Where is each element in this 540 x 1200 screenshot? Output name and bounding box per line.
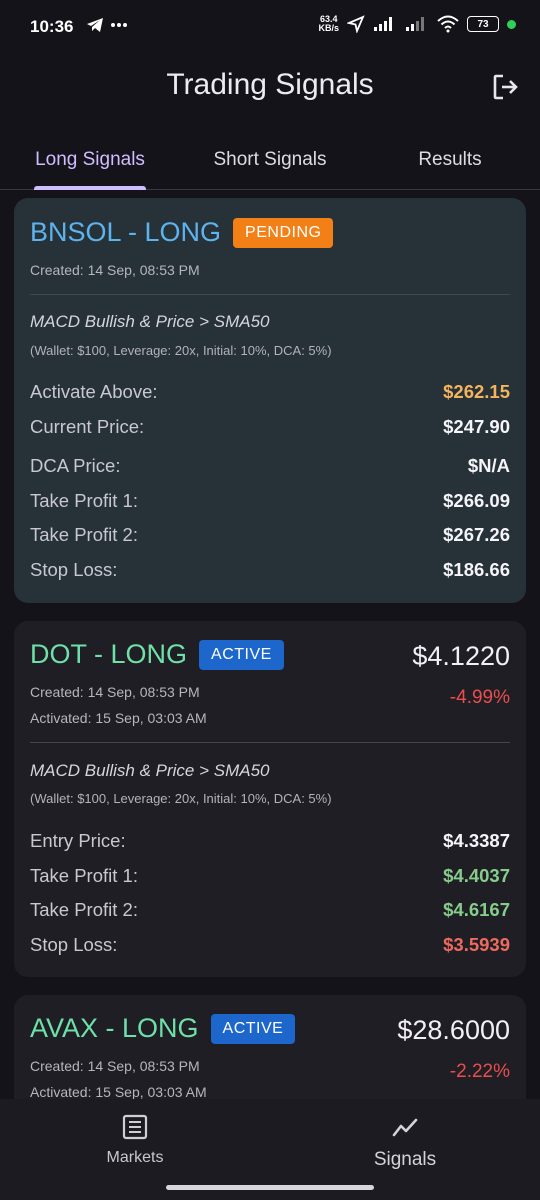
trend-chart-icon [392, 1118, 418, 1137]
status-badge: PENDING [233, 217, 334, 248]
created-date: Created: 14 Sep, 08:53 PM [30, 262, 200, 278]
signal-bars-icon [374, 17, 392, 31]
bottom-navigation: Markets Signals [0, 1099, 540, 1200]
card-divider [30, 742, 510, 743]
strategy-params: (Wallet: $100, Leverage: 20x, Initial: 1… [30, 343, 332, 358]
tab-long-signals[interactable]: Long Signals [0, 130, 180, 190]
stop-loss-row: Stop Loss: $3.5939 [30, 933, 510, 955]
created-date: Created: 14 Sep, 08:53 PM [30, 1058, 200, 1074]
stop-loss-row: Stop Loss: $186.66 [30, 558, 510, 580]
take-profit-1-row: Take Profit 1: $266.09 [30, 489, 510, 511]
entry-price-row: Entry Price: $4.3387 [30, 830, 510, 852]
status-badge: ACTIVE [210, 1013, 296, 1044]
current-price: $4.1220 [412, 641, 510, 671]
current-price: $28.6000 [397, 1015, 510, 1045]
nav-signals[interactable]: Signals [330, 1113, 480, 1171]
battery-indicator: 73 [467, 16, 499, 32]
page-title: Trading Signals [166, 68, 374, 101]
signal-rows: Entry Price: $4.3387 Take Profit 1: $4.403… [30, 824, 510, 962]
nav-signals-label: Signals [373, 1149, 437, 1170]
status-bar: 10:36 63.4 KB/s 73 [0, 0, 540, 56]
nav-markets[interactable]: Markets [60, 1113, 210, 1167]
app-bar: Trading Signals [0, 56, 540, 116]
take-profit-1-row: Take Profit 1: $4.4037 [30, 864, 510, 886]
network-speed: 63.4 KB/s [318, 14, 339, 33]
home-gesture-bar[interactable] [166, 1185, 374, 1190]
privacy-dot [507, 19, 516, 29]
price-change: -2.22% [449, 1061, 510, 1082]
activate-above-row: Activate Above: $262.15 [30, 381, 510, 403]
take-profit-2-row: Take Profit 2: $4.6167 [30, 899, 510, 921]
activated-date: Activated: 15 Sep, 03:03 AM [30, 710, 207, 726]
signal-rows: Activate Above: $262.15 Current Price: $24… [30, 375, 510, 587]
telegram-icon [87, 18, 103, 32]
strategy-text: MACD Bullish & Price > SMA50 [30, 761, 270, 780]
activated-date: Activated: 15 Sep, 03:03 AM [30, 1084, 207, 1099]
strategy-params: (Wallet: $100, Leverage: 20x, Initial: 1… [30, 791, 332, 806]
signal-tabs: Long Signals Short Signals Results [0, 130, 540, 190]
signal-ticker: DOT - LONG [30, 639, 188, 669]
more-dots-icon [111, 23, 127, 27]
tab-results[interactable]: Results [360, 130, 540, 190]
signal-card-avax[interactable]: AVAX - LONG ACTIVE $28.6000 -2.22% Creat… [14, 995, 526, 1099]
status-time: 10:36 [30, 17, 74, 36]
status-badge: ACTIVE [199, 639, 284, 670]
logout-icon[interactable] [490, 71, 522, 103]
signal-bars-2-icon [406, 17, 424, 31]
dca-price-row: DCA Price: $N/A [30, 455, 510, 477]
wifi-icon [437, 15, 459, 33]
card-divider [30, 294, 510, 295]
nav-markets-label: Markets [106, 1149, 164, 1166]
tab-short-signals[interactable]: Short Signals [180, 130, 360, 190]
strategy-text: MACD Bullish & Price > SMA50 [30, 312, 270, 331]
signal-ticker: AVAX - LONG [30, 1013, 199, 1043]
signals-list[interactable]: BNSOL - LONG PENDING Created: 14 Sep, 08… [0, 190, 540, 1099]
created-date: Created: 14 Sep, 08:53 PM [30, 684, 200, 700]
list-icon [122, 1114, 148, 1140]
app-screen: 10:36 63.4 KB/s 73 Trading Signals Long … [0, 0, 540, 1200]
price-change: -4.99% [449, 687, 510, 708]
location-arrow-icon [347, 15, 365, 33]
signal-card-dot[interactable]: DOT - LONG ACTIVE $4.1220 -4.99% Created… [14, 621, 526, 977]
signal-card-bnsol[interactable]: BNSOL - LONG PENDING Created: 14 Sep, 08… [14, 198, 526, 603]
signal-ticker: BNSOL - LONG [30, 217, 222, 247]
current-price-row: Current Price: $247.90 [30, 415, 510, 437]
take-profit-2-row: Take Profit 2: $267.26 [30, 524, 510, 546]
